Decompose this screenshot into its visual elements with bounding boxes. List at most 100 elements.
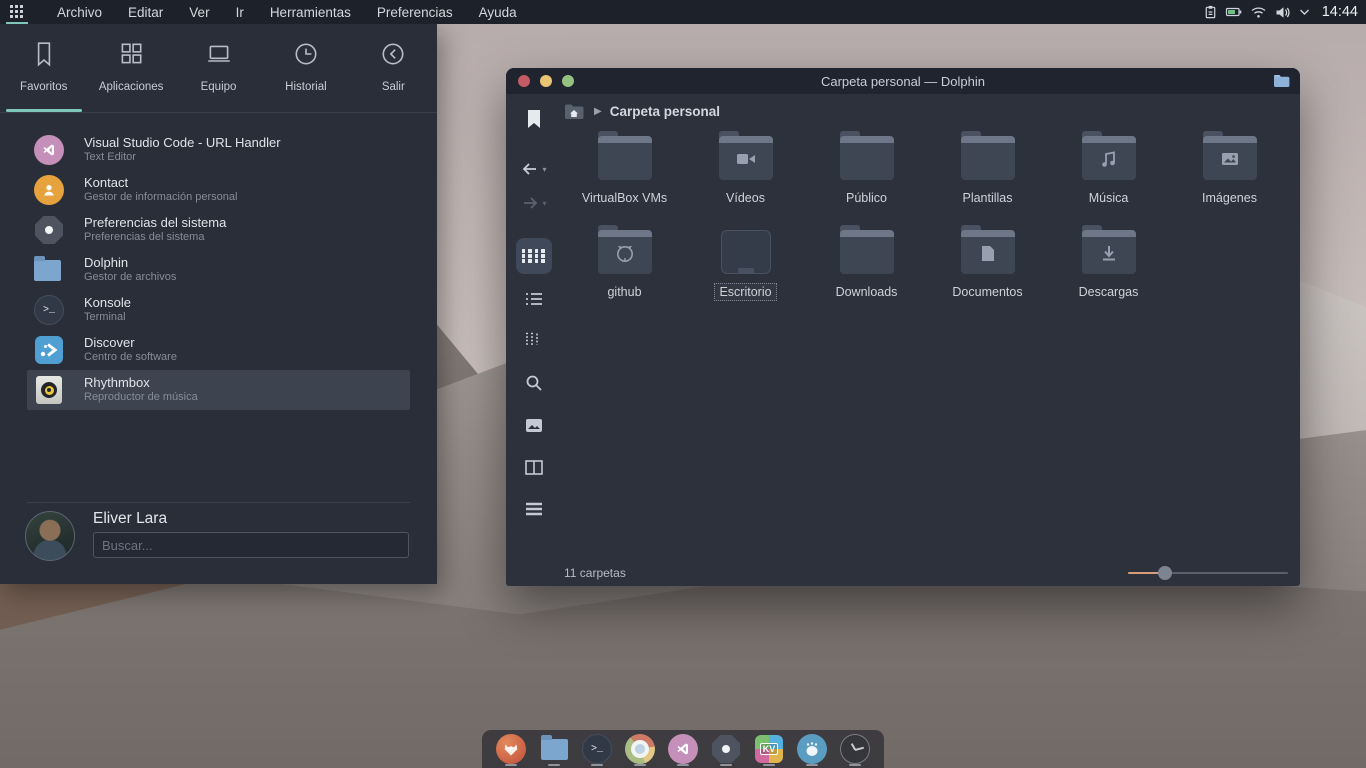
breadcrumb[interactable]: Carpeta personal	[610, 104, 720, 119]
dock-item-chromium[interactable]	[625, 732, 655, 766]
compact-view-button[interactable]	[516, 322, 552, 356]
dock: >_ KV	[482, 730, 884, 768]
app-item-dolphin[interactable]: Dolphin Gestor de archivos	[27, 250, 410, 290]
image-icon	[1221, 152, 1239, 171]
home-folder-button[interactable]	[562, 101, 586, 121]
folder-item-imagenes[interactable]: Imágenes	[1169, 128, 1290, 222]
dolphin-window: Carpeta personal — Dolphin ▾ ▾	[506, 68, 1300, 586]
application-launcher-panel: Favoritos Aplicaciones Equipo Historial …	[0, 24, 437, 584]
tab-equipo[interactable]: Equipo	[175, 40, 262, 112]
tab-historial[interactable]: Historial	[262, 40, 349, 112]
menu-ayuda[interactable]: Ayuda	[466, 1, 530, 24]
active-tab-indicator	[6, 109, 82, 112]
back-button[interactable]: ▾	[516, 152, 552, 186]
tab-label: Aplicaciones	[99, 81, 164, 93]
app-name: Dolphin	[84, 255, 176, 271]
search-button[interactable]	[516, 366, 552, 400]
folder-grid: VirtualBox VMs Vídeos Público Plantillas…	[564, 128, 1294, 560]
user-name: Eliver Lara	[93, 510, 167, 528]
forward-button[interactable]: ▾	[516, 186, 552, 220]
bookmarks-button[interactable]	[516, 102, 552, 136]
music-icon	[1101, 151, 1117, 173]
desktop: Archivo Editar Ver Ir Herramientas Prefe…	[0, 0, 1366, 768]
menu-ir[interactable]: Ir	[223, 1, 257, 24]
slider-knob[interactable]	[1158, 566, 1172, 580]
list-view-button[interactable]	[516, 282, 552, 316]
vscode-icon	[34, 135, 64, 165]
clipboard-icon[interactable]	[1203, 4, 1218, 20]
tab-label: Historial	[285, 81, 327, 93]
folder-item-publico[interactable]: Público	[806, 128, 927, 222]
app-item-rhythmbox[interactable]: Rhythmbox Reproductor de música	[27, 370, 410, 410]
folder-item-descargas[interactable]: Descargas	[1048, 222, 1169, 316]
dock-item-vscode[interactable]	[668, 732, 698, 766]
divider	[0, 112, 437, 113]
chevron-down-icon[interactable]	[1298, 7, 1311, 17]
maximize-button[interactable]	[562, 75, 574, 87]
close-button[interactable]	[518, 75, 530, 87]
folder-item-plantillas[interactable]: Plantillas	[927, 128, 1048, 222]
menu-herramientas[interactable]: Herramientas	[257, 1, 364, 24]
minimize-button[interactable]	[540, 75, 552, 87]
folder-label: Vídeos	[721, 189, 770, 207]
preview-button[interactable]	[516, 408, 552, 442]
tab-favoritos[interactable]: Favoritos	[0, 40, 87, 112]
dock-item-system-settings[interactable]	[711, 732, 741, 766]
volume-icon[interactable]	[1274, 5, 1291, 20]
zoom-slider[interactable]	[1128, 566, 1288, 580]
dock-item-dolphin[interactable]	[539, 732, 569, 766]
folder-item-virtualbox-vms[interactable]: VirtualBox VMs	[564, 128, 685, 222]
app-item-konsole[interactable]: >_ Konsole Terminal	[27, 290, 410, 330]
icons-view-button[interactable]	[516, 238, 552, 274]
menu-button[interactable]	[516, 492, 552, 526]
tab-aplicaciones[interactable]: Aplicaciones	[87, 40, 174, 112]
menu-ver[interactable]: Ver	[176, 1, 222, 24]
app-launcher-button[interactable]	[0, 0, 34, 24]
tab-label: Favoritos	[20, 81, 67, 93]
slider-fill	[1128, 572, 1162, 574]
app-item-kontact[interactable]: Kontact Gestor de información personal	[27, 170, 410, 210]
folder-item-videos[interactable]: Vídeos	[685, 128, 806, 222]
user-avatar[interactable]	[25, 511, 75, 561]
menu-preferencias[interactable]: Preferencias	[364, 1, 466, 24]
folder-label: Documentos	[947, 283, 1027, 301]
folder-item-escritorio[interactable]: Escritorio	[685, 222, 806, 316]
clock[interactable]: 14:44	[1322, 4, 1358, 20]
konsole-icon: >_	[34, 295, 64, 325]
folder-item-downloads[interactable]: Downloads	[806, 222, 927, 316]
app-item-vscode[interactable]: Visual Studio Code - URL Handler Text Ed…	[27, 130, 410, 170]
window-titlebar[interactable]: Carpeta personal — Dolphin	[506, 68, 1300, 94]
video-icon	[736, 152, 756, 171]
app-description: Preferencias del sistema	[84, 231, 226, 245]
app-item-system-settings[interactable]: Preferencias del sistema Preferencias de…	[27, 210, 410, 250]
launcher-tabs: Favoritos Aplicaciones Equipo Historial …	[0, 24, 437, 112]
menu-editar[interactable]: Editar	[115, 1, 176, 24]
grid-icon	[118, 40, 144, 73]
paw-icon	[797, 734, 827, 764]
konsole-icon: >_	[582, 734, 612, 764]
folder-item-musica[interactable]: Música	[1048, 128, 1169, 222]
search-input[interactable]	[93, 532, 409, 558]
folder-item-github[interactable]: github	[564, 222, 685, 316]
dock-item-clock[interactable]	[840, 732, 870, 766]
dock-item-firefox[interactable]	[496, 732, 526, 766]
dock-item-amarok[interactable]	[797, 732, 827, 766]
status-bar: 11 carpetas	[506, 560, 1300, 586]
dock-item-konsole[interactable]: >_	[582, 732, 612, 766]
firefox-icon	[496, 734, 526, 764]
chevron-down-icon[interactable]: ▾	[542, 199, 546, 208]
app-name: Preferencias del sistema	[84, 215, 226, 231]
wifi-icon[interactable]	[1250, 5, 1267, 19]
battery-icon[interactable]	[1225, 5, 1243, 19]
chromium-icon	[625, 734, 655, 764]
split-view-button[interactable]	[516, 450, 552, 484]
chevron-down-icon[interactable]: ▾	[542, 165, 546, 174]
system-settings-icon	[712, 735, 740, 763]
folder-item-documentos[interactable]: Documentos	[927, 222, 1048, 316]
tab-salir[interactable]: Salir	[350, 40, 437, 112]
dock-item-kvantum[interactable]: KV	[754, 732, 784, 766]
app-item-discover[interactable]: Discover Centro de software	[27, 330, 410, 370]
menu-archivo[interactable]: Archivo	[44, 1, 115, 24]
tab-label: Salir	[382, 81, 405, 93]
leave-icon	[380, 40, 406, 73]
